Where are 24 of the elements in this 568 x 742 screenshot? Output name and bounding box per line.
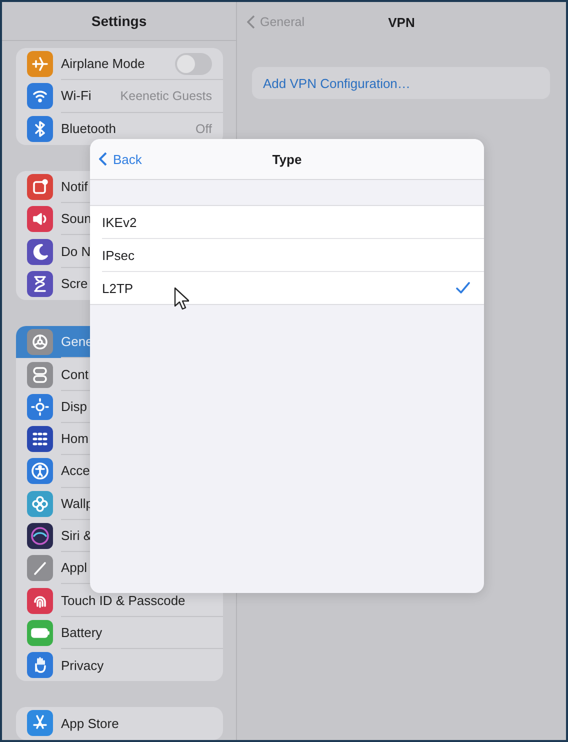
item-label: Disp	[61, 398, 88, 414]
item-label: Acce	[61, 463, 90, 478]
page-title: VPN	[388, 14, 415, 30]
option-label: IPsec	[102, 248, 135, 262]
item-label: Hom	[61, 431, 88, 446]
sidebar-title: Settings	[91, 13, 147, 29]
item-label: Do N	[61, 244, 91, 259]
item-value: Keenetic Guests	[120, 88, 212, 103]
item-value: Off	[196, 122, 212, 136]
item-label: Cont	[61, 366, 88, 382]
item-label: Notif	[61, 179, 88, 194]
item-label: Wi-Fi	[61, 88, 92, 104]
item-label: Battery	[61, 624, 102, 640]
item-label: Privacy	[61, 658, 104, 673]
item-label: Bluetooth	[61, 121, 116, 136]
option-label: IKEv2	[102, 214, 137, 230]
item-label: Appl	[61, 560, 88, 576]
option-label: L2TP	[102, 280, 134, 296]
item-label: Touch ID & Passcode	[61, 592, 186, 608]
item-label: Scre	[61, 276, 88, 292]
item-label: Airplane Mode	[61, 56, 145, 72]
item-label: App Store	[61, 716, 119, 731]
sheet-title: Type	[272, 152, 302, 166]
item-label: Soun	[61, 211, 92, 226]
